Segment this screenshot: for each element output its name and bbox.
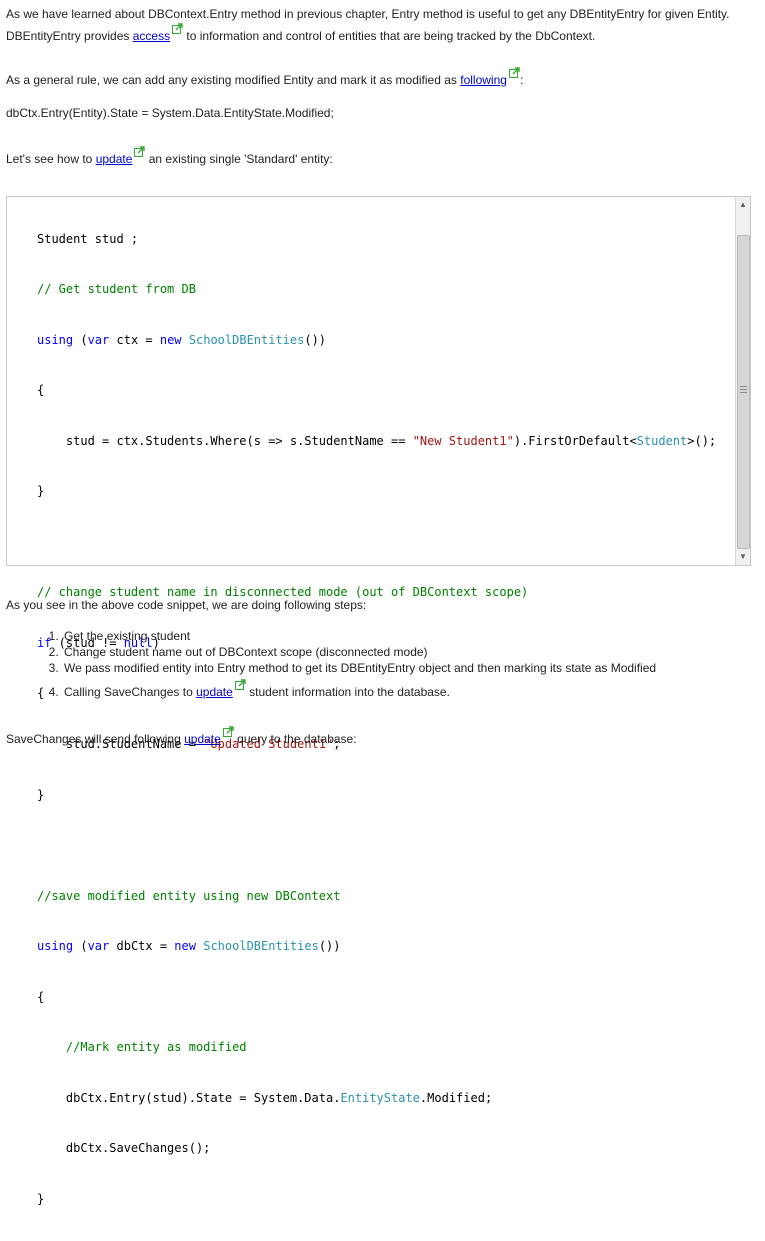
grip-icon (740, 386, 747, 393)
scrollbar-thumb[interactable] (737, 235, 750, 549)
code-line: Student stud ; (37, 231, 716, 248)
code-text: ).FirstOrDefault< (513, 433, 637, 448)
access-link[interactable]: access (133, 29, 170, 43)
update-intro-paragraph: Let's see how to update an existing sing… (6, 146, 761, 168)
external-link-icon[interactable] (508, 67, 520, 78)
savechanges-paragraph: SaveChanges will send following update q… (6, 726, 761, 748)
code-text: stud = ctx.Students.Where(s => s.Student… (37, 433, 413, 448)
code-comment: //Mark entity as modified (37, 1040, 247, 1055)
code-text: ()) (304, 332, 327, 347)
keyword: using (37, 939, 74, 954)
keyword: var (87, 939, 110, 954)
update-link[interactable]: update (196, 685, 233, 699)
savechanges-text-1: SaveChanges will send following (6, 732, 185, 746)
code-line: } (37, 1191, 45, 1206)
keyword: new (174, 939, 196, 954)
code-text: >(); (687, 433, 717, 448)
code-text: ( (73, 332, 88, 347)
code-text: ctx = (109, 332, 160, 347)
following-link[interactable]: following (460, 73, 507, 87)
string-literal: "New Student1" (412, 433, 514, 448)
steps-list: Get the existing student Change student … (6, 628, 656, 700)
steps-intro: As you see in the above code snippet, we… (6, 598, 367, 612)
code-text: dbCtx.Entry(stud).State = System.Data. (37, 1090, 341, 1105)
external-link-icon[interactable] (134, 146, 146, 157)
list-item: Get the existing student (62, 628, 656, 644)
type-name: EntityState (340, 1090, 420, 1105)
rule-text-2: : (519, 73, 524, 87)
scroll-down-arrow-icon[interactable]: ▼ (736, 549, 750, 565)
code-text: ()) (318, 939, 341, 954)
code-line: { (37, 383, 45, 398)
update-link[interactable]: update (96, 152, 133, 166)
intro-paragraph: As we have learned about DBContext.Entry… (6, 5, 761, 45)
external-link-icon[interactable] (172, 23, 183, 34)
intro-text-2: to information and control of entities t… (183, 29, 596, 43)
keyword: new (159, 332, 182, 347)
step4-text-1: Calling SaveChanges to (64, 685, 197, 699)
code-line: { (37, 989, 45, 1004)
code-text: .Modified; (419, 1090, 493, 1105)
savechanges-text-2: query to the database: (233, 732, 357, 746)
type-name: Student (636, 433, 688, 448)
code-text: Student stud ; (37, 231, 139, 246)
update-intro-text-1: Let's see how to (6, 152, 96, 166)
keyword: using (37, 332, 74, 347)
keyword: var (87, 332, 110, 347)
update-link[interactable]: update (184, 732, 221, 746)
code-line: } (37, 484, 45, 499)
scroll-up-arrow-icon[interactable]: ▲ (736, 197, 750, 213)
update-intro-text-2: an existing single 'Standard' entity: (145, 152, 333, 166)
code-line: dbCtx.Entry(stud).State = System.Data.En… (37, 1090, 716, 1107)
type-name: SchoolDBEntities (188, 332, 305, 347)
code-line: stud = ctx.Students.Where(s => s.Student… (37, 433, 716, 450)
code-scrollbar[interactable]: ▲ ▼ (735, 197, 750, 565)
list-item: Calling SaveChanges to update student in… (62, 679, 656, 700)
code-line: using (var dbCtx = new SchoolDBEntities(… (37, 938, 716, 955)
type-name: SchoolDBEntities (203, 939, 319, 954)
code-text: dbCtx = (109, 939, 175, 954)
rule-paragraph: As a general rule, we can add any existi… (6, 67, 761, 89)
code-comment: // Get student from DB (37, 282, 196, 297)
code-line: dbCtx.SaveChanges(); (37, 1141, 211, 1156)
code-comment: //save modified entity using new DBConte… (37, 888, 341, 903)
code-snippet: Student stud ; // Get student from DB us… (37, 197, 716, 1241)
state-code-line: dbCtx.Entry(Entity).State = System.Data.… (6, 106, 334, 120)
list-item: Change student name out of DBContext sco… (62, 644, 656, 660)
code-snippet-box[interactable]: Student stud ; // Get student from DB us… (6, 196, 751, 1206)
step4-text-2: student information into the database. (245, 685, 450, 699)
external-link-icon[interactable] (234, 679, 246, 690)
external-link-icon[interactable] (222, 726, 234, 737)
list-item: We pass modified entity into Entry metho… (62, 660, 656, 676)
rule-text-1: As a general rule, we can add any existi… (6, 73, 461, 87)
code-line: } (37, 787, 45, 802)
code-text: ( (73, 939, 88, 954)
code-line: using (var ctx = new SchoolDBEntities()) (37, 332, 716, 349)
